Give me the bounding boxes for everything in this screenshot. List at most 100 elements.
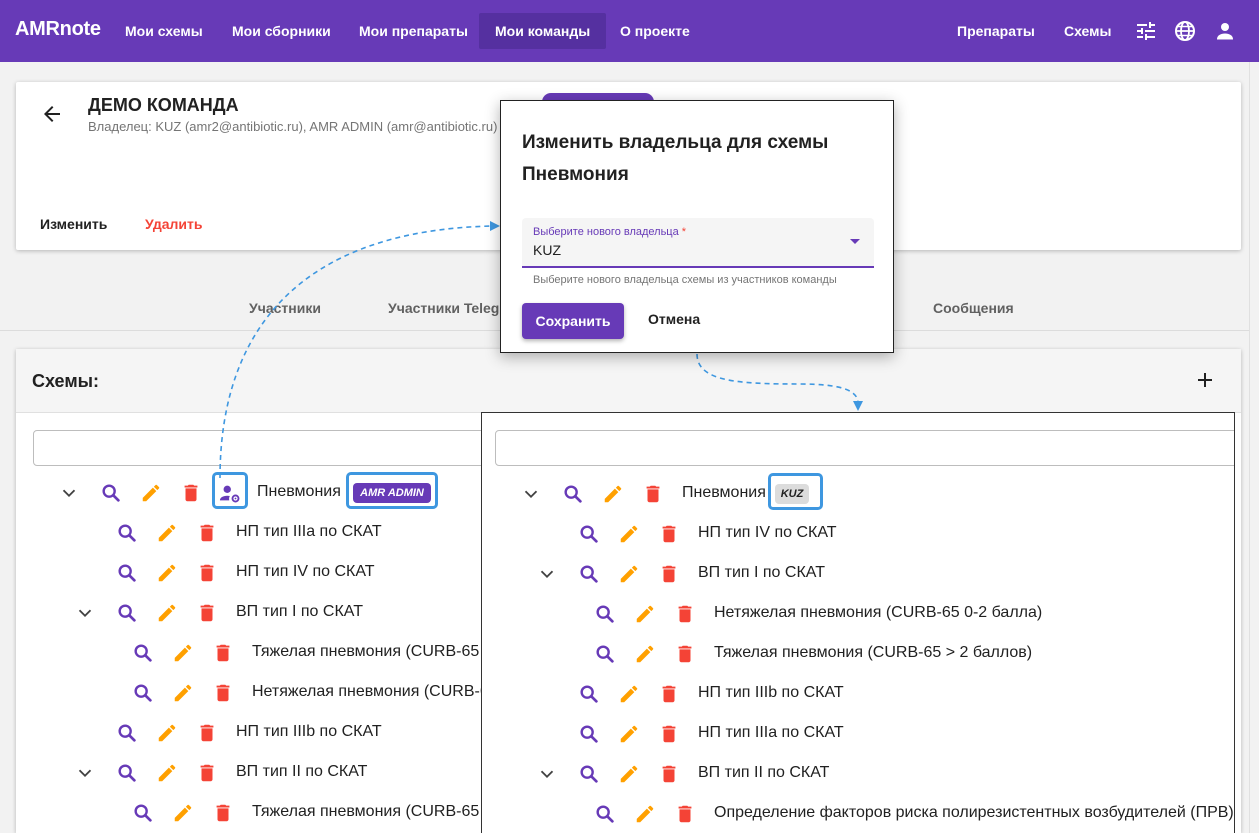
tab-telegram-members[interactable]: Участники Telegram [388, 300, 500, 316]
pencil-icon[interactable] [172, 802, 194, 824]
trash-icon[interactable] [196, 562, 218, 584]
trash-icon[interactable] [674, 603, 696, 625]
tab-messages[interactable]: Сообщения [933, 300, 1014, 316]
trash-icon[interactable] [196, 522, 218, 544]
search-icon[interactable] [116, 562, 138, 584]
chevron-down-icon[interactable] [74, 602, 96, 624]
search-icon[interactable] [578, 763, 600, 785]
change-owner-dialog: Изменить владельца для схемы Пневмония В… [500, 100, 894, 353]
edit-team-button[interactable]: Изменить [40, 216, 107, 232]
trash-icon[interactable] [658, 763, 680, 785]
trash-icon[interactable] [658, 523, 680, 545]
owner-badge-highlight [768, 473, 823, 510]
tune-icon[interactable] [1134, 19, 1158, 43]
trash-icon[interactable] [674, 643, 696, 665]
pencil-icon[interactable] [618, 763, 640, 785]
chevron-down-icon[interactable] [536, 763, 558, 785]
pencil-icon[interactable] [156, 602, 178, 624]
search-icon[interactable] [116, 722, 138, 744]
pencil-icon[interactable] [634, 643, 656, 665]
cancel-button[interactable]: Отмена [648, 311, 700, 327]
pencil-icon[interactable] [618, 523, 640, 545]
brand-logo[interactable]: AMRnote [15, 18, 101, 41]
pencil-icon[interactable] [602, 483, 624, 505]
pencil-icon[interactable] [156, 722, 178, 744]
owner-badge-highlight [346, 472, 438, 509]
tree-row[interactable]: НП тип IV по СКАТ [482, 522, 1234, 546]
trash-icon[interactable] [658, 563, 680, 585]
schemes-header: Схемы: [16, 349, 1241, 413]
team-owners: Владелец: KUZ (amr2@antibiotic.ru), AMR … [88, 119, 498, 134]
filter-input[interactable] [33, 430, 503, 466]
pencil-icon[interactable] [140, 482, 162, 504]
tree-row[interactable]: НП тип IIIb по СКАТ [482, 682, 1234, 706]
trash-icon[interactable] [674, 803, 696, 825]
tree-row[interactable]: Определение факторов риска полирезистент… [482, 802, 1234, 826]
tree-row[interactable]: Тяжелая пневмония (CURB-65 > 2 баллов) [482, 642, 1234, 666]
arrow-back-icon[interactable] [40, 102, 64, 126]
trash-icon[interactable] [212, 682, 234, 704]
new-owner-select[interactable]: Выберите нового владельца * KUZ [522, 218, 874, 268]
trash-icon[interactable] [658, 683, 680, 705]
delete-team-button[interactable]: Удалить [145, 216, 202, 232]
save-button[interactable]: Сохранить [522, 303, 624, 339]
search-icon[interactable] [100, 482, 122, 504]
pencil-icon[interactable] [634, 803, 656, 825]
account-icon[interactable] [1213, 19, 1237, 43]
search-icon[interactable] [578, 563, 600, 585]
nav-schemes[interactable]: Схемы [1048, 13, 1127, 49]
search-icon[interactable] [132, 642, 154, 664]
tab-members[interactable]: Участники [249, 300, 321, 316]
trash-icon[interactable] [212, 642, 234, 664]
pencil-icon[interactable] [156, 522, 178, 544]
nav-my-drugs[interactable]: Мои препараты [343, 13, 484, 49]
search-icon[interactable] [116, 602, 138, 624]
pencil-icon[interactable] [156, 762, 178, 784]
pencil-icon[interactable] [172, 682, 194, 704]
search-icon[interactable] [578, 523, 600, 545]
pencil-icon[interactable] [172, 642, 194, 664]
search-icon[interactable] [594, 643, 616, 665]
search-icon[interactable] [578, 683, 600, 705]
chevron-down-icon[interactable] [850, 239, 860, 244]
trash-icon[interactable] [196, 722, 218, 744]
plus-icon[interactable] [1193, 368, 1217, 392]
pencil-icon[interactable] [634, 603, 656, 625]
trash-icon[interactable] [658, 723, 680, 745]
chevron-down-icon[interactable] [520, 483, 542, 505]
search-icon[interactable] [562, 483, 584, 505]
page-scrollbar[interactable] [1249, 62, 1259, 833]
pencil-icon[interactable] [618, 683, 640, 705]
nav-my-schemes[interactable]: Мои схемы [109, 13, 219, 49]
trash-icon[interactable] [180, 482, 202, 504]
nav-my-teams[interactable]: Мои команды [479, 13, 607, 49]
chevron-down-icon[interactable] [58, 482, 80, 504]
tree-row[interactable]: Пневмония KUZ [482, 473, 1234, 510]
trash-icon[interactable] [212, 802, 234, 824]
search-icon[interactable] [116, 522, 138, 544]
search-icon[interactable] [594, 803, 616, 825]
trash-icon[interactable] [196, 602, 218, 624]
nav-drugs[interactable]: Препараты [941, 13, 1051, 49]
tree-row[interactable]: НП тип IIIa по СКАТ [482, 722, 1234, 746]
tree-row[interactable]: ВП тип II по СКАТ [482, 762, 1234, 786]
trash-icon[interactable] [196, 762, 218, 784]
search-icon[interactable] [132, 802, 154, 824]
team-title: ДЕМО КОМАНДА [88, 95, 239, 115]
pencil-icon[interactable] [618, 723, 640, 745]
search-icon[interactable] [132, 682, 154, 704]
nav-my-collections[interactable]: Мои сборники [216, 13, 347, 49]
chevron-down-icon[interactable] [74, 762, 96, 784]
chevron-down-icon[interactable] [536, 563, 558, 585]
pencil-icon[interactable] [156, 562, 178, 584]
search-icon[interactable] [116, 762, 138, 784]
pencil-icon[interactable] [618, 563, 640, 585]
nav-about[interactable]: О проекте [604, 13, 706, 49]
tree-row[interactable]: ВП тип I по СКАТ [482, 562, 1234, 586]
tree-row[interactable]: Нетяжелая пневмония (CURB-65 0-2 балла) [482, 602, 1234, 626]
trash-icon[interactable] [642, 483, 664, 505]
search-icon[interactable] [578, 723, 600, 745]
search-icon[interactable] [594, 603, 616, 625]
globe-icon[interactable] [1173, 19, 1197, 43]
filter-input[interactable] [495, 430, 1234, 466]
